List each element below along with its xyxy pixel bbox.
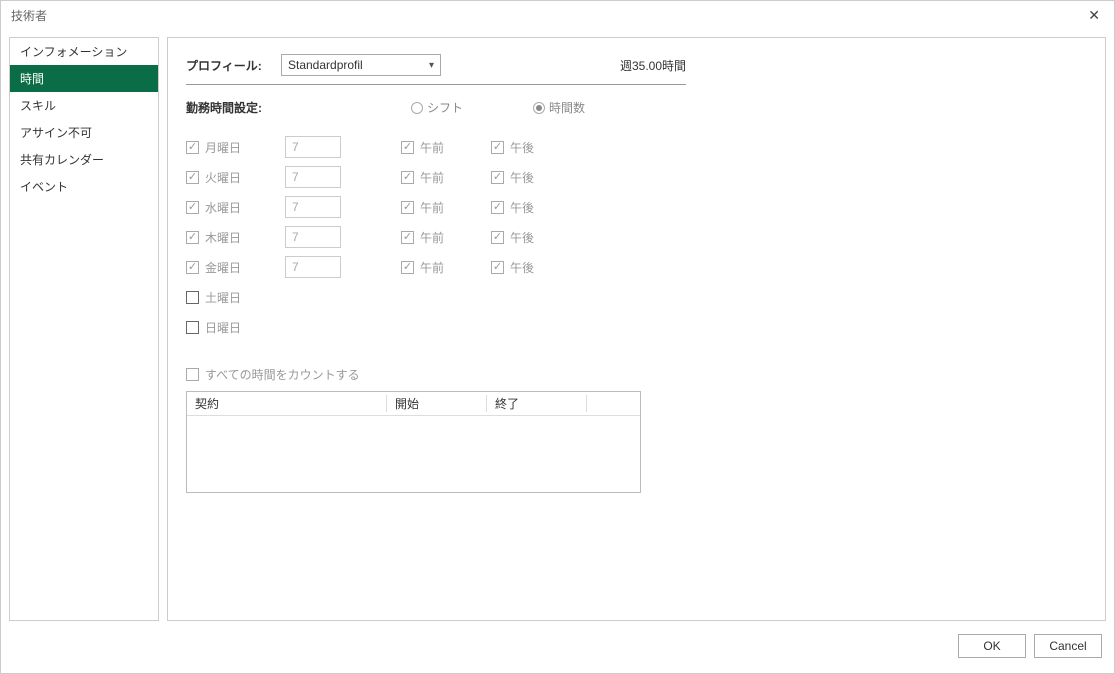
day-name: 水曜日 (205, 199, 285, 216)
dialog-body: インフォメーション時間スキルアサイン不可共有カレンダーイベント プロフィール: … (1, 29, 1114, 629)
day-checkbox[interactable] (186, 171, 199, 184)
th-contract[interactable]: 契約 (187, 395, 387, 412)
am-label: 午前 (420, 259, 444, 276)
am-label: 午前 (420, 169, 444, 186)
th-start[interactable]: 開始 (387, 395, 487, 412)
day-hours-input[interactable] (285, 256, 341, 278)
sidebar-nav: インフォメーション時間スキルアサイン不可共有カレンダーイベント (9, 37, 159, 621)
day-checkbox[interactable] (186, 291, 199, 304)
sidebar-item-4[interactable]: 共有カレンダー (10, 146, 158, 173)
work-setting-row: 勤務時間設定: シフト 時間数 (186, 93, 686, 124)
pm-checkbox[interactable] (491, 141, 504, 154)
day-row-0: 月曜日 午前 午後 (186, 132, 1087, 162)
day-hours-input[interactable] (285, 166, 341, 188)
dialog-title: 技術者 (11, 7, 47, 24)
radio-group: シフト 時間数 (411, 99, 585, 116)
sidebar-item-1[interactable]: 時間 (10, 65, 158, 92)
am-checkbox[interactable] (401, 141, 414, 154)
day-name: 土曜日 (205, 289, 285, 306)
th-end[interactable]: 終了 (487, 395, 587, 412)
radio-shift[interactable]: シフト (411, 99, 463, 116)
pm-label: 午後 (510, 199, 534, 216)
profile-value: Standardprofil (288, 58, 363, 72)
pm-checkbox[interactable] (491, 201, 504, 214)
count-all-label: すべての時間をカウントする (205, 366, 360, 383)
am-checkbox[interactable] (401, 261, 414, 274)
day-checkbox[interactable] (186, 231, 199, 244)
day-hours-input[interactable] (285, 226, 341, 248)
table-body[interactable] (187, 416, 640, 492)
radio-hours[interactable]: 時間数 (533, 99, 585, 116)
am-slot: 午前 (401, 229, 491, 246)
day-name: 木曜日 (205, 229, 285, 246)
pm-checkbox[interactable] (491, 171, 504, 184)
pm-slot: 午後 (491, 259, 581, 276)
day-hours-input[interactable] (285, 136, 341, 158)
day-hours-input[interactable] (285, 196, 341, 218)
cancel-button[interactable]: Cancel (1034, 634, 1102, 658)
profile-label: プロフィール: (186, 57, 281, 74)
sidebar-item-5[interactable]: イベント (10, 173, 158, 200)
am-checkbox[interactable] (401, 171, 414, 184)
day-checkbox[interactable] (186, 261, 199, 274)
pm-slot: 午後 (491, 199, 581, 216)
day-grid: 月曜日午前午後火曜日午前午後水曜日午前午後木曜日午前午後金曜日午前午後土曜日日曜… (186, 132, 1087, 342)
radio-label: 時間数 (549, 99, 585, 116)
pm-label: 午後 (510, 169, 534, 186)
day-row-5: 土曜日 (186, 282, 1087, 312)
close-icon[interactable]: ✕ (1082, 5, 1106, 26)
dialog-footer: OK Cancel (1, 629, 1114, 673)
count-all-row: すべての時間をカウントする (186, 366, 1087, 383)
table-header: 契約 開始 終了 (187, 392, 640, 416)
sidebar-item-3[interactable]: アサイン不可 (10, 119, 158, 146)
profile-select[interactable]: Standardprofil ▾ (281, 54, 441, 76)
am-slot: 午前 (401, 259, 491, 276)
pm-slot: 午後 (491, 229, 581, 246)
radio-icon (411, 102, 423, 114)
radio-label: シフト (427, 99, 463, 116)
day-row-1: 火曜日 午前 午後 (186, 162, 1087, 192)
day-checkbox[interactable] (186, 321, 199, 334)
pm-slot: 午後 (491, 169, 581, 186)
am-slot: 午前 (401, 139, 491, 156)
contract-table: 契約 開始 終了 (186, 391, 641, 493)
day-checkbox[interactable] (186, 141, 199, 154)
ok-button[interactable]: OK (958, 634, 1026, 658)
titlebar: 技術者 ✕ (1, 1, 1114, 29)
day-name: 金曜日 (205, 259, 285, 276)
day-row-4: 金曜日 午前 午後 (186, 252, 1087, 282)
day-row-2: 水曜日 午前 午後 (186, 192, 1087, 222)
day-row-6: 日曜日 (186, 312, 1087, 342)
pm-checkbox[interactable] (491, 231, 504, 244)
day-name: 日曜日 (205, 319, 285, 336)
pm-label: 午後 (510, 139, 534, 156)
am-slot: 午前 (401, 199, 491, 216)
sidebar-item-2[interactable]: スキル (10, 92, 158, 119)
sidebar-item-0[interactable]: インフォメーション (10, 38, 158, 65)
chevron-down-icon: ▾ (429, 60, 434, 71)
day-checkbox[interactable] (186, 201, 199, 214)
pm-slot: 午後 (491, 139, 581, 156)
day-name: 火曜日 (205, 169, 285, 186)
am-label: 午前 (420, 199, 444, 216)
weekly-hours: 週35.00時間 (620, 57, 686, 74)
day-name: 月曜日 (205, 139, 285, 156)
profile-row: プロフィール: Standardprofil ▾ 週35.00時間 (186, 54, 686, 85)
work-setting-label: 勤務時間設定: (186, 99, 281, 116)
am-label: 午前 (420, 229, 444, 246)
pm-label: 午後 (510, 229, 534, 246)
radio-icon (533, 102, 545, 114)
am-checkbox[interactable] (401, 231, 414, 244)
content-panel: プロフィール: Standardprofil ▾ 週35.00時間 勤務時間設定… (167, 37, 1106, 621)
pm-label: 午後 (510, 259, 534, 276)
pm-checkbox[interactable] (491, 261, 504, 274)
am-label: 午前 (420, 139, 444, 156)
day-row-3: 木曜日 午前 午後 (186, 222, 1087, 252)
am-slot: 午前 (401, 169, 491, 186)
dialog-window: 技術者 ✕ インフォメーション時間スキルアサイン不可共有カレンダーイベント プロ… (0, 0, 1115, 674)
count-all-checkbox[interactable] (186, 368, 199, 381)
am-checkbox[interactable] (401, 201, 414, 214)
